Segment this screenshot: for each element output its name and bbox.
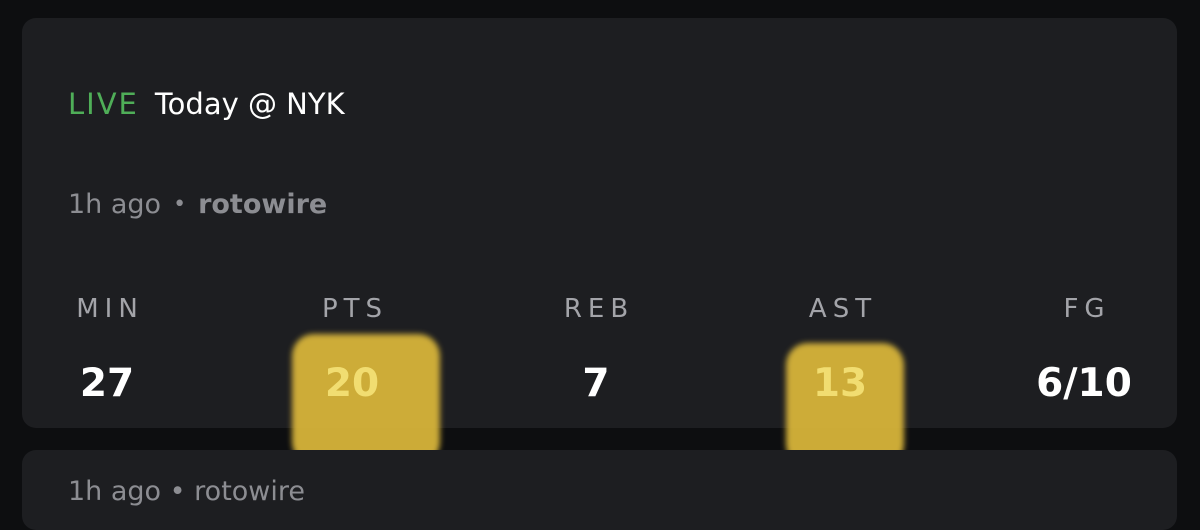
stat-value: 6/10 — [1036, 361, 1132, 406]
stat-label: PTS — [321, 294, 389, 324]
next-game-log-card[interactable]: 1h ago • rotowire — [22, 450, 1177, 530]
stat-value: 13 — [812, 361, 868, 406]
next-card-meta: 1h ago • rotowire — [68, 476, 306, 507]
meta-row: 1h ago • rotowire — [68, 184, 327, 224]
stat-label: FG — [1063, 294, 1111, 324]
time-ago-label: 1h ago — [68, 188, 162, 220]
game-log-card[interactable]: LIVE Today @ NYK 1h ago • rotowire MIN 2… — [22, 18, 1177, 466]
game-status-row: LIVE Today @ NYK — [68, 84, 345, 124]
stat-value: 20 — [324, 361, 380, 406]
live-status-label: LIVE — [68, 87, 139, 121]
stat-label: AST — [808, 294, 878, 324]
stat-value: 7 — [582, 361, 610, 406]
source-link[interactable]: rotowire — [198, 189, 327, 220]
stat-value: 27 — [79, 361, 135, 406]
separator-dot: • — [173, 191, 187, 217]
matchup-label: Today @ NYK — [154, 87, 345, 121]
stat-label: MIN — [76, 294, 144, 324]
stat-label: REB — [563, 294, 635, 324]
